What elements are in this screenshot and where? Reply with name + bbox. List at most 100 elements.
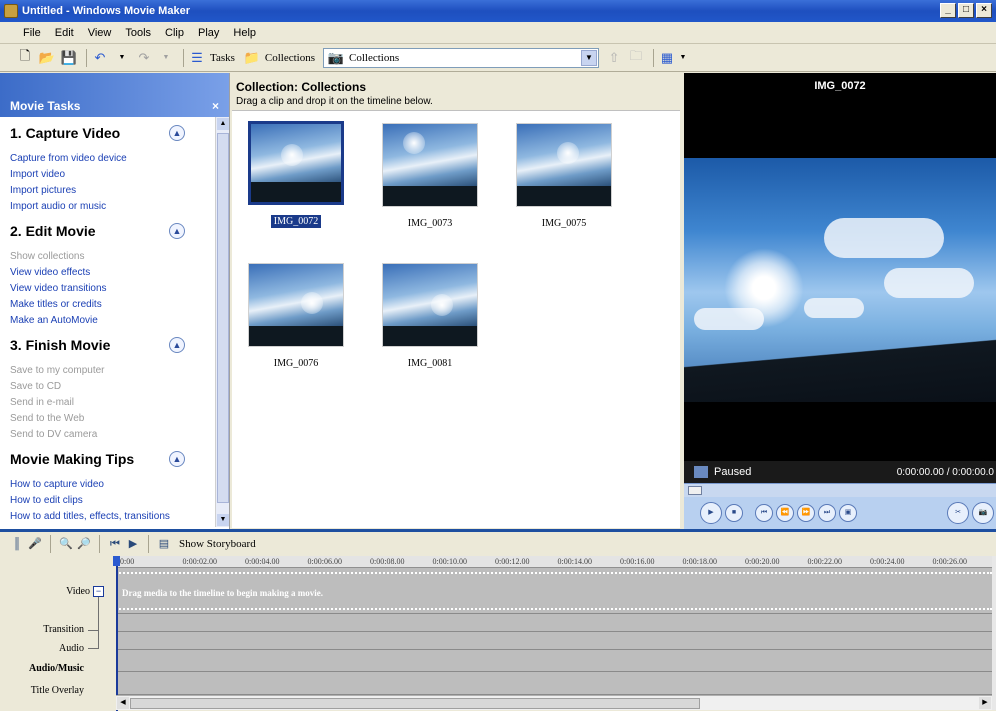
collapse-section-icon[interactable]: ▲	[169, 125, 185, 141]
task-link[interactable]: Import audio or music	[10, 199, 229, 215]
zoom-out-icon[interactable]: 🔎	[77, 537, 91, 551]
scroll-left-icon[interactable]: ◀	[117, 697, 129, 709]
close-tasks-icon[interactable]: ×	[212, 99, 219, 113]
clip-image[interactable]	[382, 263, 478, 347]
collections-button[interactable]: Collections	[265, 52, 315, 64]
scroll-up-icon[interactable]: ▲	[217, 118, 229, 130]
take-picture-icon[interactable]: 📷	[972, 502, 994, 524]
playback-indicator[interactable]	[113, 556, 120, 711]
task-section-title[interactable]: 3. Finish Movie	[10, 337, 229, 353]
task-link[interactable]: Import pictures	[10, 183, 229, 199]
scroll-right-icon[interactable]: ▶	[979, 697, 991, 709]
undo-icon[interactable]: ↶	[91, 49, 109, 67]
set-audio-levels-icon[interactable]: ║	[10, 537, 24, 551]
task-link[interactable]: Make titles or credits	[10, 297, 229, 313]
timeline-scroll-thumb[interactable]	[130, 698, 700, 709]
scroll-down-icon[interactable]: ▼	[217, 514, 229, 526]
clip-name[interactable]: IMG_0081	[405, 357, 455, 370]
timeline-ruler[interactable]: 0:00 0:00:02.00 0:00:04.00 0:00:06.00 0:00:0…	[116, 556, 992, 568]
clip-image[interactable]	[248, 263, 344, 347]
collapse-video-icon[interactable]: −	[93, 586, 104, 597]
ruler-tick-label: 0:00	[120, 557, 135, 566]
task-link[interactable]: View video effects	[10, 265, 229, 281]
task-link[interactable]: How to edit clips	[10, 493, 229, 509]
clip-name[interactable]: IMG_0072	[270, 215, 322, 228]
menu-tools[interactable]: Tools	[118, 27, 158, 39]
up-one-level-icon[interactable]: ⇧	[605, 49, 623, 67]
show-storyboard-button[interactable]: Show Storyboard	[179, 538, 256, 550]
collapse-section-icon[interactable]: ▲	[169, 451, 185, 467]
task-link[interactable]: Make an AutoMovie	[10, 313, 229, 329]
clip-image[interactable]	[248, 121, 344, 205]
menu-edit[interactable]: Edit	[48, 27, 81, 39]
menu-help[interactable]: Help	[226, 27, 263, 39]
clip-name[interactable]: IMG_0075	[539, 217, 589, 230]
task-link[interactable]: Capture from video device	[10, 151, 229, 167]
title-overlay-track[interactable]	[116, 672, 992, 695]
clip-thumbnail[interactable]: IMG_0072	[246, 121, 346, 228]
zoom-in-icon[interactable]: 🔍	[59, 537, 73, 551]
clip-thumbnail[interactable]: IMG_0075	[514, 123, 614, 230]
next-frame-icon[interactable]: ⏭	[818, 504, 836, 522]
seek-handle[interactable]	[688, 486, 702, 495]
clip-name[interactable]: IMG_0076	[271, 357, 321, 370]
task-section-title[interactable]: 2. Edit Movie	[10, 223, 229, 239]
clip-image[interactable]	[382, 123, 478, 207]
clip-name[interactable]: IMG_0073	[405, 217, 455, 230]
audio-music-track[interactable]	[116, 650, 992, 672]
scroll-thumb[interactable]	[217, 133, 229, 503]
task-link: Send in e-mail	[10, 397, 74, 408]
stop-icon[interactable]: ■	[725, 504, 743, 522]
timeline-scrollbar[interactable]: ◀ ▶	[116, 695, 992, 710]
menu-view[interactable]: View	[81, 27, 119, 39]
previous-frame-icon[interactable]: ⏮	[755, 504, 773, 522]
narrate-timeline-icon[interactable]: 🎤	[28, 537, 42, 551]
menu-clip[interactable]: Clip	[158, 27, 191, 39]
task-section-title[interactable]: Movie Making Tips	[10, 451, 229, 467]
collapse-section-icon[interactable]: ▲	[169, 223, 185, 239]
task-link[interactable]: How to add titles, effects, transitions	[10, 509, 229, 525]
transition-track[interactable]	[116, 614, 992, 632]
new-project-icon[interactable]: 🗋	[16, 48, 34, 67]
redo-icon[interactable]: ↷	[135, 49, 153, 67]
new-collection-folder-icon[interactable]: 🗀	[627, 48, 645, 67]
collapse-section-icon[interactable]: ▲	[169, 337, 185, 353]
open-project-icon[interactable]: 📂	[38, 49, 56, 67]
task-link[interactable]: View video transitions	[10, 281, 229, 297]
audio-track-label: Audio	[59, 643, 84, 654]
minimize-button[interactable]: _	[940, 3, 956, 18]
redo-dropdown-icon[interactable]: ▼	[157, 49, 175, 67]
task-link[interactable]: Import video	[10, 167, 229, 183]
task-section-title[interactable]: 1. Capture Video	[10, 125, 229, 141]
maximize-button[interactable]: □	[958, 3, 974, 18]
clip-thumbnail[interactable]: IMG_0081	[380, 263, 480, 370]
chevron-down-icon[interactable]: ▼	[581, 49, 598, 66]
video-track[interactable]: Drag media to the timeline to begin maki…	[116, 568, 992, 614]
full-screen-icon[interactable]: ▣	[839, 504, 857, 522]
close-button[interactable]: ×	[976, 3, 992, 18]
clip-image[interactable]	[516, 123, 612, 207]
menu-play[interactable]: Play	[191, 27, 226, 39]
clip-thumbnail[interactable]: IMG_0073	[380, 123, 480, 230]
collection-select[interactable]: 📷 Collections ▼	[323, 47, 600, 68]
audio-track[interactable]	[116, 632, 992, 650]
split-clip-icon[interactable]: ✂	[947, 502, 969, 524]
clip-thumbnail[interactable]: IMG_0076	[246, 263, 346, 370]
views-dropdown-icon[interactable]: ▼	[674, 49, 692, 67]
rewind-timeline-icon[interactable]: ⏮	[108, 537, 122, 551]
seek-bar[interactable]	[684, 483, 996, 497]
play-icon[interactable]: ▶	[700, 502, 722, 524]
tasks-icon[interactable]: ☰	[188, 49, 206, 67]
storyboard-icon[interactable]: ▤	[157, 537, 171, 551]
tasks-button[interactable]: Tasks	[210, 52, 235, 64]
rewind-icon[interactable]: ⏪	[776, 504, 794, 522]
tasks-scrollbar[interactable]: ▲ ▼	[215, 117, 229, 527]
undo-dropdown-icon[interactable]: ▼	[113, 49, 131, 67]
task-link[interactable]: How to capture video	[10, 477, 229, 493]
movie-maker-icon	[4, 4, 18, 18]
menu-file[interactable]: File	[16, 27, 48, 39]
play-timeline-icon[interactable]: ▶	[126, 537, 140, 551]
save-project-icon[interactable]: 💾	[60, 49, 78, 67]
collections-folder-icon[interactable]: 📁	[243, 49, 261, 67]
fast-forward-icon[interactable]: ⏩	[797, 504, 815, 522]
